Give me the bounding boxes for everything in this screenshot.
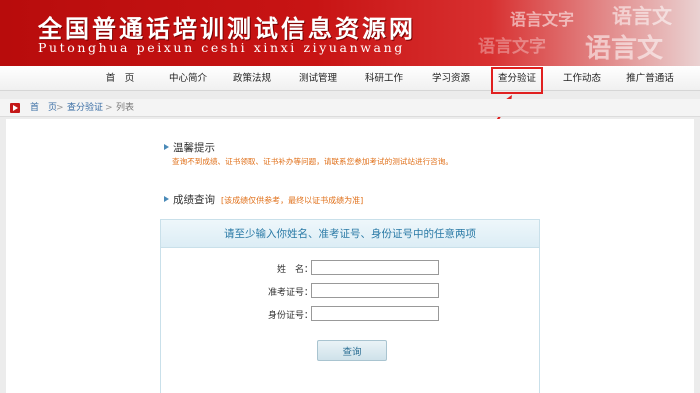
id-number-row: 身份证号：	[161, 306, 541, 322]
panel-header: 请至少输入你姓名、准考证号、身份证号中的任意两项	[161, 220, 539, 248]
exam-number-label: 准考证号：	[267, 288, 313, 298]
query-button[interactable]: 查询	[317, 340, 387, 361]
breadcrumb-current: 列表	[116, 103, 135, 113]
name-input[interactable]	[311, 260, 439, 275]
triangle-bullet-icon	[164, 196, 169, 202]
query-title: 成绩查询	[173, 194, 215, 206]
play-icon	[10, 103, 20, 113]
site-banner: 语言文字 语言文 语言文字 语言文 全国普通话培训测试信息资源网 Putongh…	[0, 0, 700, 66]
exam-number-row: 准考证号：	[161, 283, 541, 299]
nav-highlight-box	[491, 67, 543, 94]
calligraphy-decoration: 语言文字	[510, 10, 575, 29]
calligraphy-decoration: 语言文字	[478, 37, 546, 57]
main-nav: 首 页 中心简介 政策法规 测试管理 科研工作 学习资源 查分验证 工作动态 推…	[0, 66, 700, 91]
query-note: [该成绩仅供参考，最终以证书成绩为准]	[221, 196, 364, 205]
name-label: 姓 名：	[276, 265, 313, 275]
nav-item-research[interactable]: 科研工作	[356, 66, 412, 91]
nav-item-about[interactable]: 中心简介	[160, 66, 216, 91]
site-title: 全国普通话培训测试信息资源网	[38, 14, 416, 43]
notice-title: 温馨提示	[173, 142, 215, 154]
nav-item-home[interactable]: 首 页	[100, 66, 140, 91]
nav-item-promote-putonghua[interactable]: 推广普通话	[618, 66, 682, 91]
nav-item-learning-resources[interactable]: 学习资源	[423, 66, 479, 91]
site-subtitle: Putonghua peixun ceshi xinxi ziyuanwang	[38, 40, 405, 55]
name-row: 姓 名：	[161, 260, 541, 276]
id-number-input[interactable]	[311, 306, 439, 321]
breadcrumb-home-link[interactable]: 首 页	[30, 99, 57, 117]
nav-item-policies[interactable]: 政策法规	[224, 66, 280, 91]
query-heading: 成绩查询 [该成绩仅供参考，最终以证书成绩为准]	[164, 192, 363, 207]
nav-item-test-management[interactable]: 测试管理	[290, 66, 346, 91]
breadcrumb-separator: >	[56, 103, 64, 113]
score-query-panel: 请至少输入你姓名、准考证号、身份证号中的任意两项 姓 名： 准考证号： 身份证号…	[160, 219, 540, 393]
breadcrumb: 首 页 > 查分验证 > 列表	[0, 99, 700, 117]
triangle-bullet-icon	[164, 144, 169, 150]
calligraphy-decoration: 语言文	[585, 34, 664, 64]
exam-number-input[interactable]	[311, 283, 439, 298]
calligraphy-decoration: 语言文	[612, 4, 672, 28]
breadcrumb-separator: >	[105, 103, 113, 113]
id-number-label: 身份证号：	[267, 311, 313, 321]
notice-text: 查询不到成绩、证书领取、证书补办等问题，请联系您参加考试的测试站进行咨询。	[172, 157, 453, 166]
breadcrumb-section-link[interactable]: 查分验证	[67, 99, 103, 117]
notice-heading: 温馨提示	[164, 140, 215, 155]
nav-item-news[interactable]: 工作动态	[554, 66, 610, 91]
